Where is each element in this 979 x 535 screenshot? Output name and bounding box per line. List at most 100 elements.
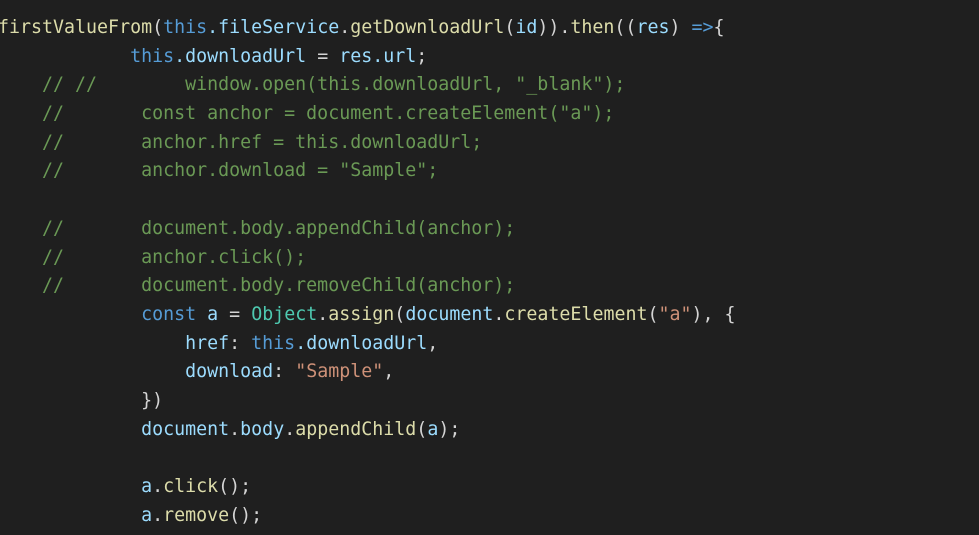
- code-token-punct: :: [229, 332, 252, 354]
- code-token-punct: ();: [218, 476, 252, 497]
- code-token-plain: =: [218, 303, 252, 325]
- code-token-func: createElement: [504, 303, 648, 325]
- code-token-func: remove: [163, 504, 230, 526]
- code-token-var: id: [515, 17, 538, 38]
- code-line[interactable]: // document.body.removeChild(anchor);: [0, 272, 979, 301]
- code-token-func: then: [570, 17, 615, 38]
- code-token-var: href: [185, 332, 230, 354]
- code-token-func: firstValueFrom: [0, 17, 153, 38]
- code-token-comment: // anchor.click();: [42, 246, 307, 268]
- code-token-var: a: [207, 303, 219, 325]
- code-token-punct: ((: [614, 17, 637, 38]
- code-token-punct: }): [141, 389, 164, 411]
- code-token-punct: (: [647, 303, 659, 325]
- code-line[interactable]: document.body.appendChild(a);: [0, 416, 979, 445]
- code-line[interactable]: // anchor.href = this.downloadUrl;: [0, 129, 979, 158]
- code-line[interactable]: firstValueFrom(this.fileService.getDownl…: [0, 14, 979, 43]
- code-token-punct: .: [559, 17, 571, 38]
- code-token-punct: :: [273, 361, 296, 383]
- code-line[interactable]: href: this.downloadUrl,: [0, 330, 979, 359]
- code-editor-surface[interactable]: firstValueFrom(this.fileService.getDownl…: [0, 0, 979, 535]
- code-token-punct: )): [537, 17, 560, 38]
- code-token-punct: .: [339, 17, 351, 38]
- code-token-var: .downloadUrl: [174, 45, 307, 67]
- code-token-var: a: [141, 504, 153, 526]
- code-line[interactable]: download: "Sample",: [0, 358, 979, 387]
- code-token-punct: .: [152, 504, 164, 526]
- code-token-string: "a": [658, 303, 692, 325]
- code-token-punct: {: [713, 17, 725, 38]
- code-token-punct: (: [394, 303, 406, 325]
- code-line[interactable]: [0, 444, 979, 473]
- code-line[interactable]: // const anchor = document.createElement…: [0, 100, 979, 129]
- code-token-class: Object: [251, 303, 318, 325]
- code-token-var: .url: [372, 45, 417, 67]
- code-token-keyword: this: [251, 332, 296, 354]
- code-token-func: click: [163, 476, 219, 497]
- code-token-keyword: this: [130, 45, 175, 67]
- code-token-punct: ();: [229, 504, 263, 526]
- code-token-op: =>: [691, 17, 714, 38]
- code-token-plain: =: [306, 45, 340, 67]
- code-token-comment: // document.body.appendChild(anchor);: [42, 217, 516, 239]
- code-token-punct: ), {: [691, 303, 736, 325]
- code-token-comment: // document.body.removeChild(anchor);: [42, 275, 516, 297]
- code-token-punct: ,: [427, 332, 439, 354]
- code-line[interactable]: a.remove();: [0, 502, 979, 531]
- code-line[interactable]: [0, 186, 979, 215]
- code-token-comment: // const anchor = document.createElement…: [42, 103, 615, 125]
- code-line[interactable]: this.downloadUrl = res.url;: [0, 43, 979, 72]
- code-line[interactable]: }): [0, 387, 979, 416]
- code-token-var: document: [405, 303, 494, 325]
- code-content[interactable]: firstValueFrom(this.fileService.getDownl…: [0, 14, 979, 530]
- code-token-punct: (: [416, 418, 428, 440]
- code-line[interactable]: a.click();: [0, 473, 979, 502]
- code-token-func: assign: [328, 303, 395, 325]
- code-token-punct: ): [669, 17, 692, 38]
- code-line[interactable]: const a = Object.assign(document.createE…: [0, 301, 979, 330]
- code-token-var: res: [339, 45, 373, 67]
- code-token-var: a: [141, 476, 153, 497]
- code-token-comment: // anchor.download = "Sample";: [42, 160, 439, 182]
- code-line[interactable]: // // window.open(this.downloadUrl, "_bl…: [0, 71, 979, 100]
- code-token-var: document: [141, 418, 230, 440]
- code-token-var: body: [240, 418, 285, 440]
- code-token-punct: );: [438, 418, 461, 440]
- code-token-keyword: this: [163, 17, 208, 38]
- code-token-punct: ,: [383, 361, 395, 383]
- code-token-func: getDownloadUrl: [350, 17, 505, 38]
- code-token-func: appendChild: [295, 418, 417, 440]
- code-token-var: .downloadUrl: [295, 332, 428, 354]
- code-token-punct: .: [493, 303, 505, 325]
- code-token-comment: // // window.open(this.downloadUrl, "_bl…: [42, 74, 626, 96]
- code-token-string: "Sample": [295, 361, 384, 383]
- code-token-comment: // anchor.href = this.downloadUrl;: [42, 131, 483, 153]
- code-token-punct: .: [284, 418, 296, 440]
- code-token-var: .fileService: [207, 17, 340, 38]
- code-line[interactable]: // anchor.download = "Sample";: [0, 157, 979, 186]
- code-token-var: download: [185, 361, 274, 383]
- code-line[interactable]: // anchor.click();: [0, 244, 979, 273]
- code-token-var: res: [636, 17, 670, 38]
- code-line[interactable]: // document.body.appendChild(anchor);: [0, 215, 979, 244]
- code-token-keyword: const: [141, 303, 197, 325]
- code-token-punct: ;: [416, 45, 428, 67]
- code-token-punct: (: [152, 17, 164, 38]
- code-token-punct: .: [229, 418, 241, 440]
